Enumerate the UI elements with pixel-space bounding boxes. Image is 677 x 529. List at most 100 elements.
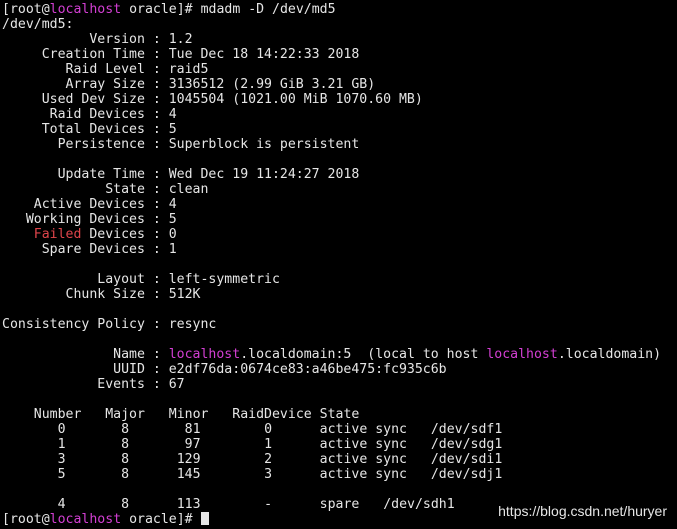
prompt-cwd: oracle: [129, 512, 177, 527]
name-note-pre: (local to host: [367, 347, 487, 362]
row-device: /dev/sdf1: [430, 422, 503, 437]
row-device: /dev/sdi1: [430, 452, 503, 467]
command-text: mdadm -D /dev/md5: [200, 2, 336, 17]
total-devices-value: 5: [168, 122, 177, 137]
header-minor: Minor: [168, 407, 209, 422]
name-host: localhost: [168, 347, 241, 362]
row-number: 3: [57, 452, 66, 467]
raid-devices-value: 4: [168, 107, 177, 122]
row-state: active sync: [319, 437, 407, 452]
update-time-value: Wed Dec 19 11:24:27 2018: [168, 167, 360, 182]
row-major: 8: [121, 422, 130, 437]
command-line: [root@localhost oracle]# mdadm -D /dev/m…: [2, 2, 336, 17]
consistency-policy-value: resync: [168, 317, 217, 332]
row-state: active sync: [319, 422, 407, 437]
row-device: /dev/sdg1: [430, 437, 503, 452]
row-minor: 145: [176, 467, 201, 482]
spare-devices-row: Spare Devices : 1: [2, 242, 177, 257]
raid-devices-row: Raid Devices : 4: [2, 107, 177, 122]
failed-devices-value: 0: [168, 227, 177, 242]
raid-level-row: Raid Level : raid5: [2, 62, 209, 77]
active-devices-row: Active Devices : 4: [2, 197, 177, 212]
persistence-row: Persistence : Superblock is persistent: [2, 137, 360, 152]
row-number: 1: [57, 437, 66, 452]
events-value: 67: [168, 377, 185, 392]
prompt-cwd: oracle: [129, 2, 177, 17]
table-row: 3 8 129 2 active sync /dev/sdi1: [2, 452, 677, 467]
row-state: spare: [319, 497, 360, 512]
raid-level-value: raid5: [168, 62, 209, 77]
used-dev-size-row: Used Dev Size : 1045504 (1021.00 MiB 107…: [2, 92, 423, 107]
name-note-host: localhost: [486, 347, 558, 362]
table-row: 5 8 145 3 active sync /dev/sdj1: [2, 467, 677, 482]
row-major: 8: [121, 467, 130, 482]
row-state: active sync: [319, 452, 407, 467]
working-devices-row: Working Devices : 5: [2, 212, 177, 227]
table-header: Number Major Minor RaidDevice State: [2, 407, 677, 422]
watermark: https://blog.csdn.net/huryer: [498, 503, 667, 519]
row-raiddevice: -: [264, 497, 273, 512]
row-raiddevice: 0: [264, 422, 273, 437]
row-minor: 129: [176, 452, 201, 467]
row-major: 8: [121, 437, 130, 452]
array-size-value: 3136512 (2.99 GiB 3.21 GB): [168, 77, 376, 92]
spare-devices-value: 1: [168, 242, 177, 257]
row-device: /dev/sdj1: [430, 467, 503, 482]
header-number: Number: [33, 407, 82, 422]
array-size-row: Array Size : 3136512 (2.99 GiB 3.21 GB): [2, 77, 376, 92]
uuid-value: e2df76da:0674ce83:a46be475:fc935c6b: [168, 362, 447, 377]
version-value: 1.2: [168, 32, 193, 47]
state-value: clean: [168, 182, 209, 197]
device-path: /dev/md5:: [2, 17, 74, 32]
row-state: active sync: [319, 467, 407, 482]
update-time-row: Update Time : Wed Dec 19 11:24:27 2018: [2, 167, 360, 182]
row-major: 8: [121, 452, 130, 467]
consistency-policy-row: Consistency Policy : resync: [2, 317, 217, 332]
chunk-size-row: Chunk Size : 512K: [2, 287, 201, 302]
chunk-size-value: 512K: [168, 287, 201, 302]
prompt-host: localhost: [49, 512, 122, 527]
used-dev-size-value: 1045504 (1021.00 MiB 1070.60 MB): [168, 92, 423, 107]
terminal-window[interactable]: [root@localhost oracle]# mdadm -D /dev/m…: [2, 2, 677, 529]
header-state: State: [319, 407, 360, 422]
row-number: 4: [57, 497, 66, 512]
row-raiddevice: 3: [264, 467, 273, 482]
text-cursor: [200, 512, 209, 525]
prompt-user: root: [9, 2, 42, 17]
row-number: 5: [57, 467, 66, 482]
events-row: Events : 67: [2, 377, 185, 392]
row-minor: 113: [176, 497, 201, 512]
header-major: Major: [105, 407, 145, 422]
row-raiddevice: 2: [264, 452, 273, 467]
row-minor: 81: [184, 422, 201, 437]
total-devices-row: Total Devices : 5: [2, 122, 177, 137]
persistence-value: Superblock is persistent: [168, 137, 360, 152]
creation-time-value: Tue Dec 18 14:22:33 2018: [168, 47, 360, 62]
row-major: 8: [121, 497, 130, 512]
name-row: Name : localhost.localdomain:5 (local to…: [2, 347, 662, 362]
row-raiddevice: 1: [264, 437, 273, 452]
version-row: Version : 1.2: [2, 32, 193, 47]
layout-row: Layout : left-symmetric: [2, 272, 280, 287]
failed-devices-row: Failed Devices : 0: [33, 227, 177, 242]
prompt-user: root: [9, 512, 42, 527]
table-row: 1 8 97 1 active sync /dev/sdg1: [2, 437, 677, 452]
state-row: State : clean: [2, 182, 209, 197]
row-number: 0: [57, 422, 66, 437]
active-devices-value: 4: [168, 197, 177, 212]
name-rest: .localdomain:5: [240, 347, 352, 362]
row-minor: 97: [184, 437, 201, 452]
header-raiddevice: RaidDevice: [232, 407, 312, 422]
working-devices-value: 5: [168, 212, 177, 227]
prompt-host: localhost: [49, 2, 122, 17]
uuid-row: UUID : e2df76da:0674ce83:a46be475:fc935c…: [2, 362, 447, 377]
layout-value: left-symmetric: [168, 272, 280, 287]
row-device: /dev/sdh1: [383, 497, 455, 512]
creation-time-row: Creation Time : Tue Dec 18 14:22:33 2018: [2, 47, 360, 62]
